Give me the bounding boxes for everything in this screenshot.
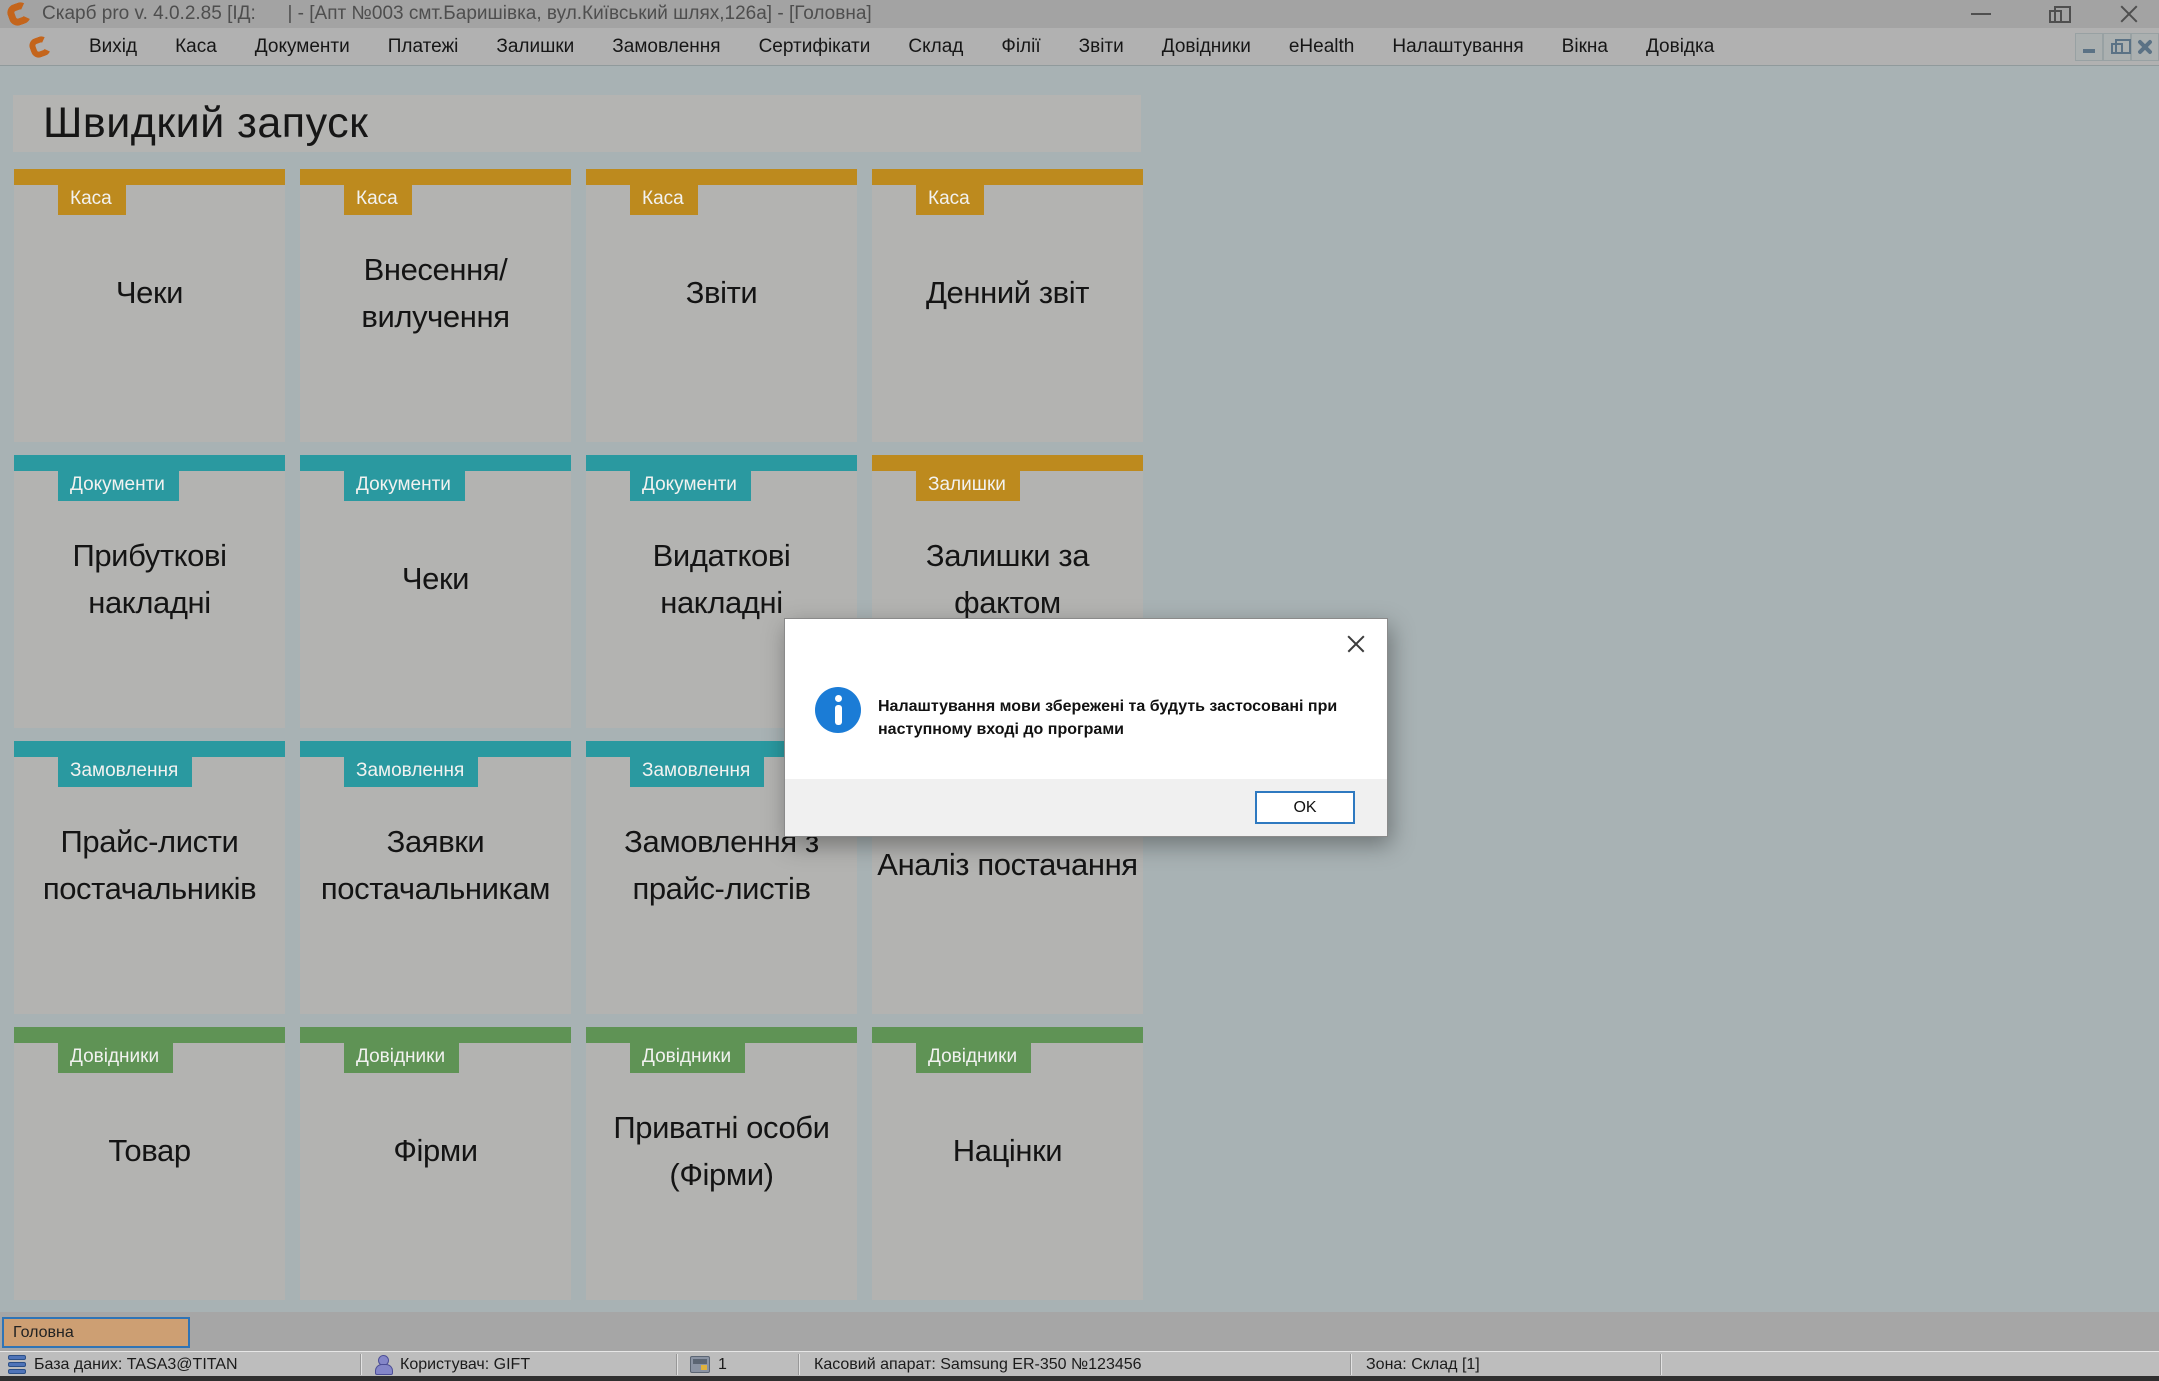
menu-item-payments[interactable]: Платежі: [369, 36, 478, 58]
tile-label: Приватні особи (Фірми): [613, 1110, 830, 1192]
tile-label: Заявки постачальникам: [320, 824, 551, 906]
dialog-body: Налаштування мови збережені та будуть за…: [785, 619, 1387, 781]
menu-item-help[interactable]: Довідка: [1627, 36, 1733, 58]
printer-icon: [690, 1356, 710, 1373]
tab-holovna[interactable]: Головна: [2, 1317, 190, 1348]
menu-item-kasa[interactable]: Каса: [156, 36, 236, 58]
tile-category-bar: [872, 455, 1143, 471]
tile-cheky-kasa[interactable]: Каса Чеки: [14, 169, 285, 442]
mdi-minimize-button[interactable]: [2075, 33, 2103, 61]
tile-label: Чеки: [401, 561, 470, 597]
menu-item-documents[interactable]: Документи: [236, 36, 369, 58]
restore-icon: [2111, 39, 2131, 54]
app-window: Скарб pro v. 4.0.2.85 [ІД: | - [Апт №003…: [0, 0, 2159, 1381]
tile-tovar[interactable]: Довідники Товар: [14, 1027, 285, 1300]
status-separator: [798, 1354, 800, 1375]
restore-icon: [2048, 5, 2071, 23]
menu-item-ehealth[interactable]: eHealth: [1270, 36, 1374, 58]
dialog-footer: OK: [785, 779, 1387, 836]
title-bar: Скарб pro v. 4.0.2.85 [ІД: | - [Апт №003…: [0, 0, 2159, 29]
menu-item-directories[interactable]: Довідники: [1143, 36, 1270, 58]
tile-label: Націнки: [952, 1133, 1063, 1169]
tile-label: Прибуткові накладні: [72, 538, 227, 620]
menu-item-windows[interactable]: Вікна: [1543, 36, 1627, 58]
menu-item-certificates[interactable]: Сертифікати: [740, 36, 890, 58]
app-menu-icon: [27, 33, 53, 60]
menu-bar: Вихід Каса Документи Платежі Залишки Зам…: [0, 28, 2159, 66]
menu-item-orders[interactable]: Замовлення: [593, 36, 739, 58]
tile-category-bar: [300, 169, 571, 185]
tile-pryvatni-osoby[interactable]: Довідники Приватні особи (Фірми): [586, 1027, 857, 1300]
status-count: 1: [682, 1352, 727, 1377]
menu-item-reports[interactable]: Звіти: [1060, 36, 1143, 58]
menu-item-settings[interactable]: Налаштування: [1373, 36, 1542, 58]
tile-label: Звіти: [685, 275, 758, 311]
status-separator: [1660, 1354, 1662, 1375]
tile-category-bar: [300, 1027, 571, 1043]
restore-button[interactable]: [2043, 2, 2071, 26]
info-icon: [815, 687, 861, 733]
mdi-restore-button[interactable]: [2103, 33, 2131, 61]
close-icon: [2137, 39, 2153, 55]
database-icon: [8, 1355, 26, 1374]
minimize-button[interactable]: [1969, 2, 1993, 26]
tile-category-bar: [586, 1027, 857, 1043]
status-separator: [360, 1354, 362, 1375]
tile-firmy[interactable]: Довідники Фірми: [300, 1027, 571, 1300]
tile-label: Внесення/вилучення: [361, 252, 510, 334]
ok-button[interactable]: OK: [1255, 791, 1355, 824]
tab-strip: Головна: [0, 1312, 2159, 1351]
language-settings-dialog: Налаштування мови збережені та будуть за…: [784, 618, 1388, 837]
minimize-icon: [1971, 13, 1991, 15]
tile-category-bar: [872, 1027, 1143, 1043]
dialog-message: Налаштування мови збережені та будуть за…: [878, 698, 1338, 739]
status-database: База даних: TASA3@TITAN: [0, 1352, 238, 1377]
tile-vnesennia-vyluchennia[interactable]: Каса Внесення/вилучення: [300, 169, 571, 442]
status-zone: Зона: Склад [1]: [1366, 1355, 1480, 1373]
tile-category-bar: [14, 1027, 285, 1043]
tile-label: Прайс-листи постачальників: [42, 824, 257, 906]
close-button[interactable]: [2117, 2, 2141, 26]
tile-category-bar: [872, 169, 1143, 185]
tile-cheky-dokumenty[interactable]: Документи Чеки: [300, 455, 571, 728]
close-icon: [2119, 4, 2139, 24]
status-bar: База даних: TASA3@TITAN Користувач: GIFT…: [0, 1351, 2159, 1376]
tile-zvity-kasa[interactable]: Каса Звіти: [586, 169, 857, 442]
taskbar-edge: [0, 1376, 2159, 1381]
tile-category-bar: [300, 455, 571, 471]
tile-natsinky[interactable]: Довідники Націнки: [872, 1027, 1143, 1300]
status-separator: [1350, 1354, 1352, 1375]
tile-category-bar: [14, 455, 285, 471]
tile-category-bar: [300, 741, 571, 757]
tile-zaiavky-postachalnykam[interactable]: Замовлення Заявки постачальникам: [300, 741, 571, 1014]
menu-item-exit[interactable]: Вихід: [70, 36, 156, 58]
minimize-icon: [2083, 49, 2095, 53]
tile-label: Денний звіт: [925, 275, 1090, 311]
tile-label: Товар: [108, 1133, 191, 1169]
tile-label: Чеки: [115, 275, 184, 311]
app-logo-icon: [4, 0, 34, 29]
tile-category-bar: [586, 169, 857, 185]
tile-dennyi-zvit[interactable]: Каса Денний звіт: [872, 169, 1143, 442]
menu-item-stock[interactable]: Залишки: [477, 36, 593, 58]
tile-prais-lysty-postachalnykiv[interactable]: Замовлення Прайс-листи постачальників: [14, 741, 285, 1014]
tile-prybutkovi-nakladni[interactable]: Документи Прибуткові накладні: [14, 455, 285, 728]
tile-category-bar: [586, 455, 857, 471]
page-title: Швидкий запуск: [43, 99, 369, 147]
window-title: Скарб pro v. 4.0.2.85 [ІД: | - [Апт №003…: [42, 3, 872, 24]
tile-category-bar: [14, 169, 285, 185]
menu-item-warehouse[interactable]: Склад: [889, 36, 982, 58]
user-icon: [374, 1355, 393, 1375]
quick-launch-panel-header: Швидкий запуск: [13, 95, 1141, 152]
tile-label: Фірми: [393, 1133, 478, 1169]
mdi-close-button[interactable]: [2131, 33, 2159, 61]
status-cash-register: Касовий апарат: Samsung ER-350 №123456: [814, 1355, 1142, 1373]
tile-category-bar: [14, 741, 285, 757]
menu-item-branches[interactable]: Філії: [982, 36, 1059, 58]
status-separator: [676, 1354, 678, 1375]
status-user: Користувач: GIFT: [366, 1352, 530, 1377]
